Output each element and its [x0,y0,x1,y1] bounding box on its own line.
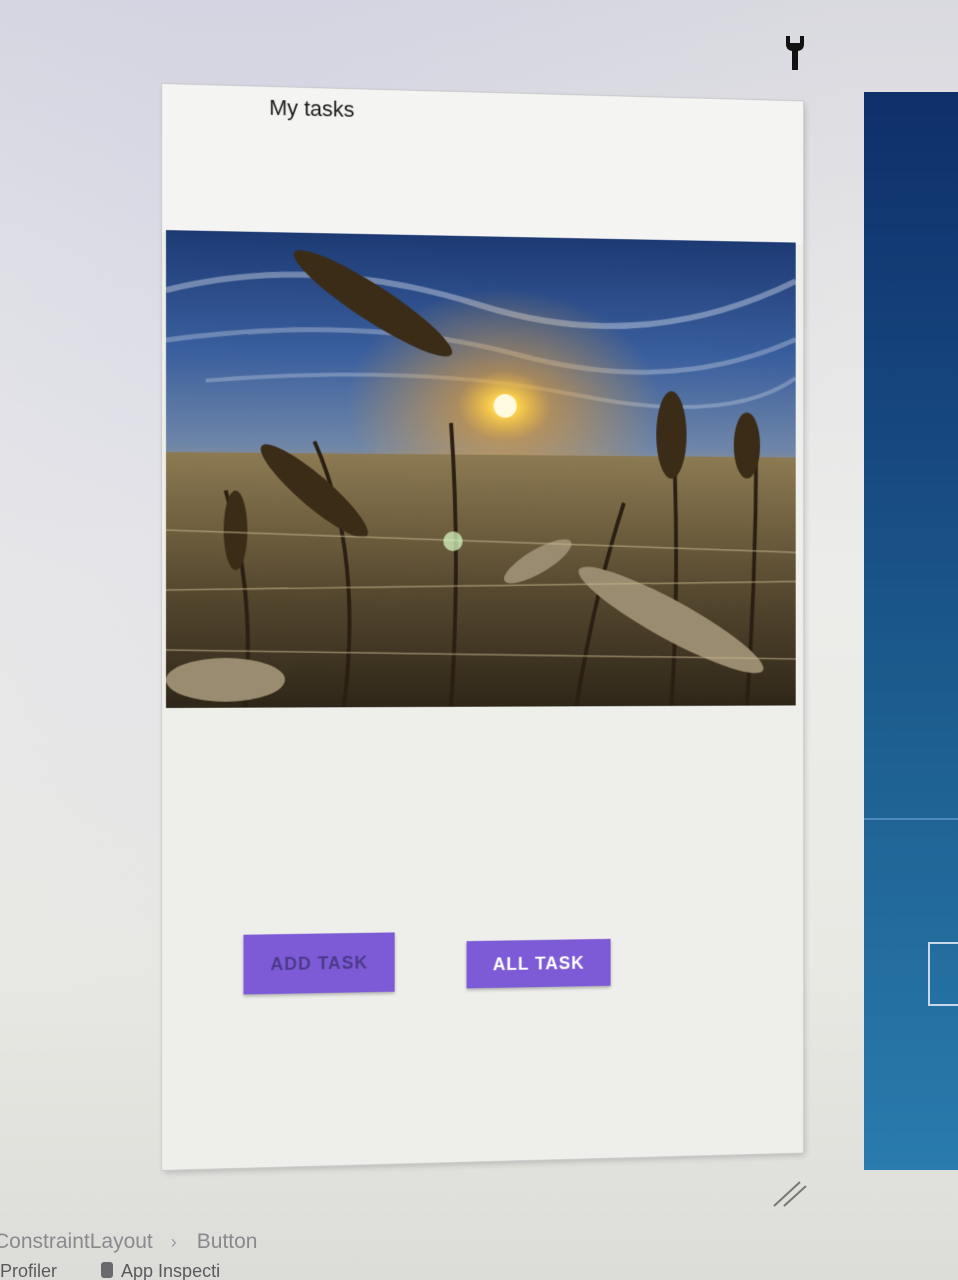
design-surface[interactable]: My tasks ADD TASK ALL TASK [162,84,804,1170]
page-title: My tasks [269,94,355,122]
add-task-button[interactable]: ADD TASK [243,932,395,995]
blueprint-divider [864,818,958,820]
chevron-right-icon: › [170,1231,177,1252]
tab-app-inspection[interactable]: App Inspecti [101,1262,220,1280]
wheat-field-image[interactable] [165,230,796,708]
all-task-button[interactable]: ALL TASK [466,938,611,989]
tab-profiler[interactable]: Profiler [0,1262,57,1280]
blueprint-button-outline [928,942,958,1006]
tab-app-inspection-label: App Inspecti [121,1262,221,1280]
wrench-icon[interactable] [782,34,808,72]
resize-handle-icon[interactable] [772,1176,808,1208]
app-bar: My tasks [162,84,804,245]
breadcrumb: ConstraintLayout › Button [0,1222,261,1262]
tool-window-bar: Profiler App Inspecti [0,1262,958,1280]
blueprint-preview[interactable] [864,92,958,1170]
breadcrumb-item-button[interactable]: Button [193,1230,262,1254]
breadcrumb-item-constraintlayout[interactable]: ConstraintLayout [0,1230,157,1254]
app-inspection-icon [101,1262,114,1278]
